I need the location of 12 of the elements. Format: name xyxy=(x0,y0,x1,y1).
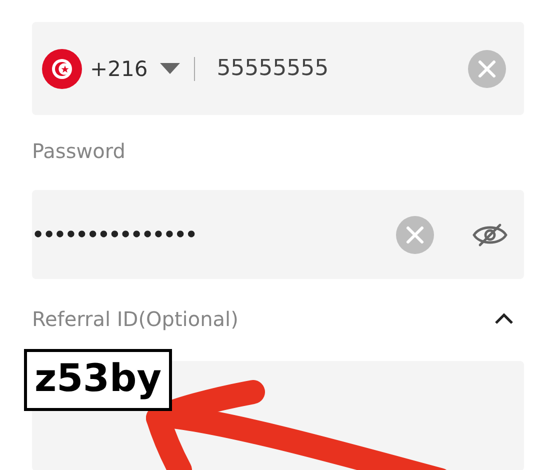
password-value: ••••••••••••••• xyxy=(32,224,196,246)
password-field[interactable]: ••••••••••••••• xyxy=(32,190,524,279)
country-code[interactable]: +216 xyxy=(90,56,148,80)
eye-slash-icon[interactable] xyxy=(472,222,508,248)
phone-number: 55555555 xyxy=(216,56,329,81)
chevron-icon[interactable] xyxy=(494,313,514,325)
annotation-label: z53by xyxy=(24,349,172,411)
password-label: Password xyxy=(32,139,126,163)
caret-icon[interactable] xyxy=(160,62,180,74)
phone-field[interactable]: +216 55555555 xyxy=(32,22,524,115)
referral-label: Referral ID(Optional) xyxy=(32,307,238,331)
flag-icon xyxy=(42,48,82,88)
